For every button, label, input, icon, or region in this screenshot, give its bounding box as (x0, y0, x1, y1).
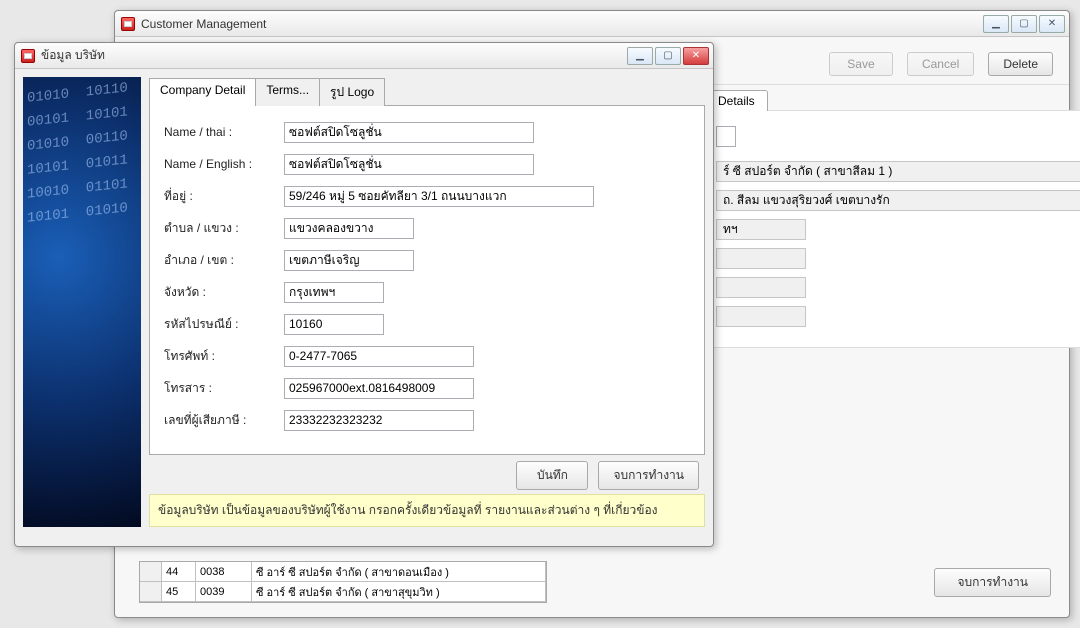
app-icon (121, 17, 135, 31)
cancel-button: Cancel (907, 52, 974, 76)
dialog-footnote: ข้อมูลบริษัท เป็นข้อมูลของบริษัทผู้ใช้งา… (149, 494, 705, 527)
input-tambol[interactable] (284, 218, 414, 239)
detail-ro-5 (716, 277, 806, 298)
decorative-side-image (23, 77, 141, 527)
input-name-en[interactable] (284, 154, 534, 175)
table-row: 45 0039 ซี อาร์ ซี สปอร์ต จำกัด ( สาขาสุ… (140, 582, 546, 602)
grid-cell-rownum: 45 (162, 582, 196, 602)
input-postcode[interactable] (284, 314, 384, 335)
detail-ro-1: ร์ ซี สปอร์ต จำกัด ( สาขาสีลม 1 ) (716, 161, 1080, 182)
row-selector[interactable] (140, 562, 162, 582)
label-tambol: ตำบล / แขวง : (164, 219, 284, 238)
table-row: 44 0038 ซี อาร์ ซี สปอร์ต จำกัด ( สาขาดอ… (140, 562, 546, 582)
app-icon (21, 49, 35, 63)
input-phone[interactable] (284, 346, 474, 367)
save-button: Save (829, 52, 893, 76)
label-postcode: รหัสไปรษณีย์ : (164, 315, 284, 334)
main-titlebar[interactable]: Customer Management ▁ ▢ ✕ (115, 11, 1069, 37)
tab-details[interactable]: Details (705, 90, 768, 111)
grid-cell-code: 0039 (196, 582, 252, 602)
label-fax: โทรสาร : (164, 379, 284, 398)
detail-ro-2: ถ. สีลม แขวงสุริยวงศ์ เขตบางรัก (716, 190, 1080, 211)
dialog-end-button[interactable]: จบการทำงาน (598, 461, 699, 490)
dialog-save-button[interactable]: บันทึก (516, 461, 588, 490)
maximize-button[interactable]: ▢ (1011, 15, 1037, 33)
row-selector[interactable] (140, 582, 162, 602)
dialog-titlebar[interactable]: ข้อมูล บริษัท ▁ ▢ ✕ (15, 43, 713, 69)
label-amphoe: อำเภอ / เขต : (164, 251, 284, 270)
label-tax: เลขที่ผู้เสียภาษี : (164, 411, 284, 430)
tab-terms[interactable]: Terms... (255, 78, 320, 106)
detail-ro-3: ทฯ (716, 219, 806, 240)
dialog-close-button[interactable]: ✕ (683, 47, 709, 65)
end-work-button[interactable]: จบการทำงาน (934, 568, 1051, 597)
label-province: จังหวัด : (164, 283, 284, 302)
grid-cell-name: ซี อาร์ ซี สปอร์ต จำกัด ( สาขาดอนเมือง ) (252, 562, 546, 582)
company-form: Name / thai : Name / English : ที่อยู่ :… (149, 106, 705, 455)
tab-company-detail[interactable]: Company Detail (149, 78, 256, 106)
input-name-th[interactable] (284, 122, 534, 143)
dialog-maximize-button[interactable]: ▢ (655, 47, 681, 65)
close-button[interactable]: ✕ (1039, 15, 1065, 33)
input-amphoe[interactable] (284, 250, 414, 271)
company-info-dialog: ข้อมูล บริษัท ▁ ▢ ✕ Company Detail Terms… (14, 42, 714, 547)
minimize-button[interactable]: ▁ (983, 15, 1009, 33)
label-name-en: Name / English : (164, 157, 284, 171)
customer-grid[interactable]: 44 0038 ซี อาร์ ซี สปอร์ต จำกัด ( สาขาดอ… (139, 561, 547, 603)
dialog-tabs: Company Detail Terms... รูป Logo (149, 77, 705, 106)
grid-cell-name: ซี อาร์ ซี สปอร์ต จำกัด ( สาขาสุขุมวิท ) (252, 582, 546, 602)
tab-logo[interactable]: รูป Logo (319, 78, 385, 106)
input-fax[interactable] (284, 378, 474, 399)
input-tax[interactable] (284, 410, 474, 431)
detail-field-0[interactable] (716, 126, 736, 147)
delete-button[interactable]: Delete (988, 52, 1053, 76)
detail-ro-4 (716, 248, 806, 269)
input-province[interactable] (284, 282, 384, 303)
detail-ro-6 (716, 306, 806, 327)
input-address[interactable] (284, 186, 594, 207)
main-window-title: Customer Management (141, 17, 983, 31)
label-name-th: Name / thai : (164, 125, 284, 139)
details-panel: Details ร์ ซี สปอร์ต จำกัด ( สาขาสีลม 1 … (705, 89, 1080, 348)
grid-cell-rownum: 44 (162, 562, 196, 582)
dialog-title: ข้อมูล บริษัท (41, 46, 627, 65)
label-address: ที่อยู่ : (164, 187, 284, 206)
dialog-minimize-button[interactable]: ▁ (627, 47, 653, 65)
label-phone: โทรศัพท์ : (164, 347, 284, 366)
grid-cell-code: 0038 (196, 562, 252, 582)
